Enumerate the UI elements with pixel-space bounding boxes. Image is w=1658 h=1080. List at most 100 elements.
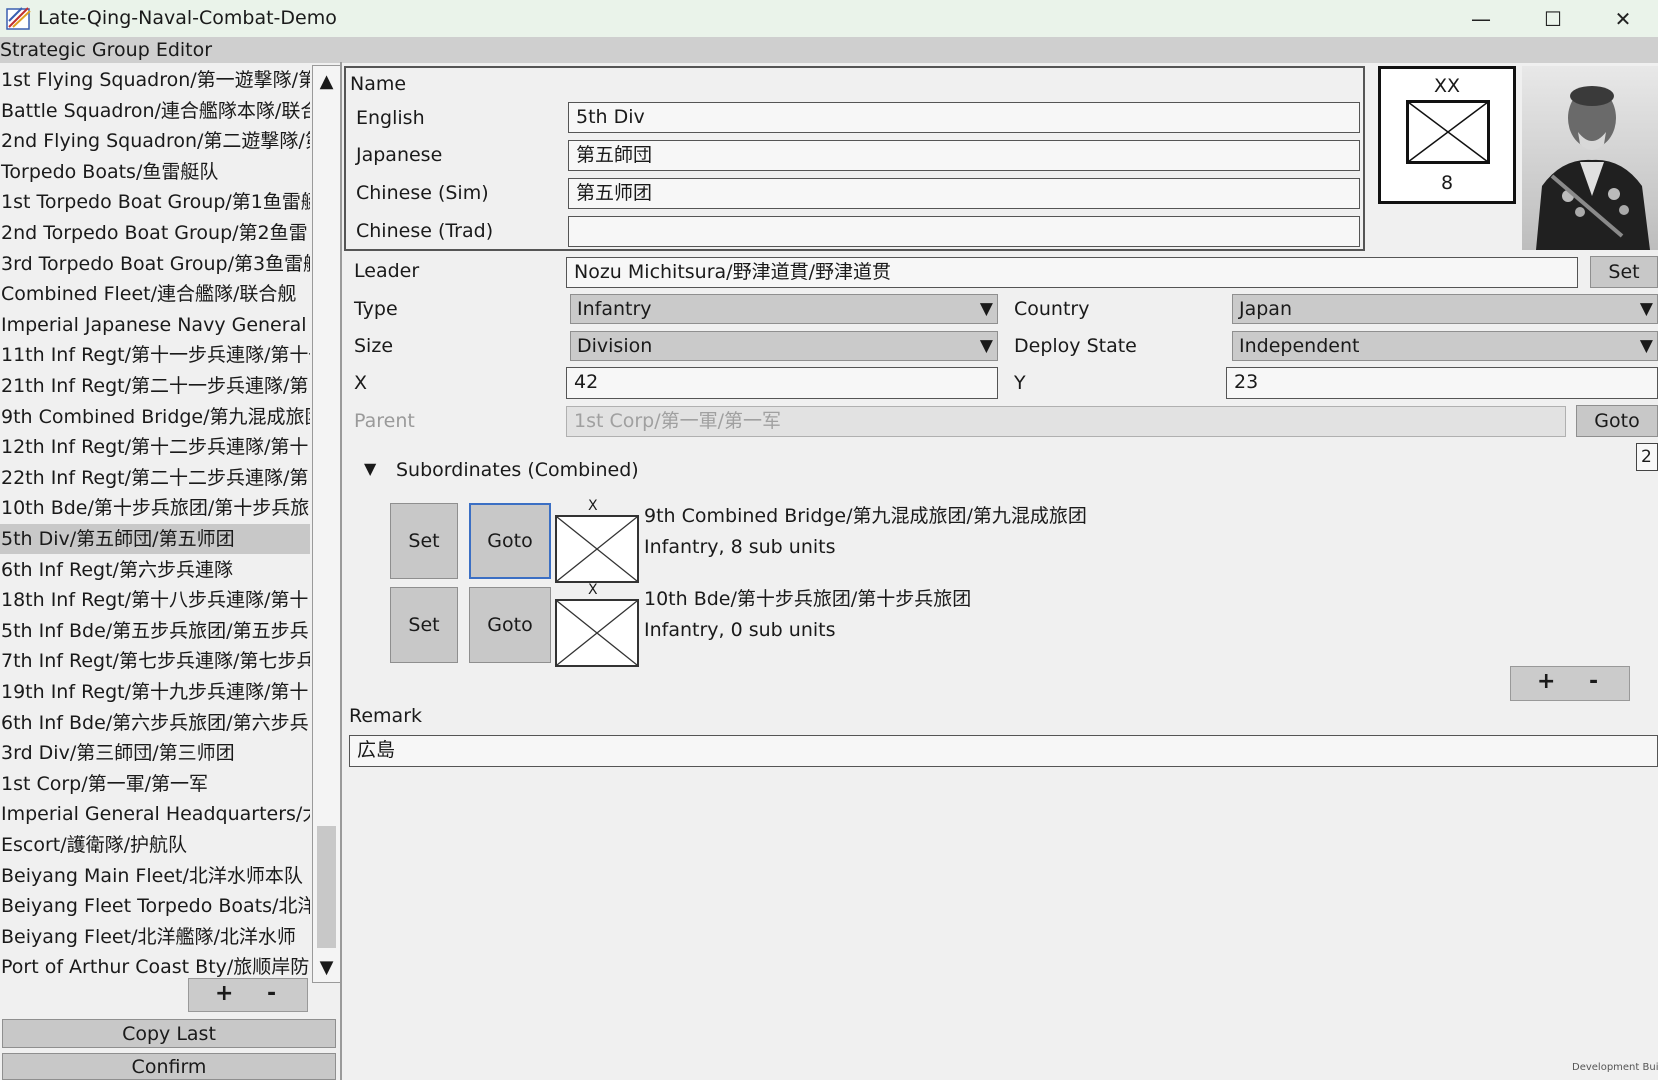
size-label: Size (354, 335, 394, 357)
subordinate-size-mark: X (588, 582, 598, 598)
group-list-item[interactable]: 6th Inf Regt/第六步兵連隊 (0, 555, 310, 585)
infantry-symbol-icon (555, 599, 639, 667)
group-list-item[interactable]: 2nd Flying Squadron/第二遊撃隊/第 (0, 126, 310, 156)
group-list-item[interactable]: Imperial General Headquarters/大 (0, 799, 310, 829)
deploy-state-value: Independent (1239, 335, 1360, 357)
chinese-sim-label: Chinese (Sim) (356, 182, 489, 204)
english-name-field[interactable]: 5th Div (568, 102, 1360, 133)
leader-portrait (1522, 66, 1658, 250)
group-list-item[interactable]: 3rd Div/第三師団/第三师团 (0, 738, 310, 768)
parent-field: 1st Corp/第一軍/第一军 (566, 406, 1566, 437)
subordinate-name: 10th Bde/第十步兵旅团/第十步兵旅团 (644, 588, 972, 610)
group-list-item[interactable]: 10th Bde/第十步兵旅团/第十步兵旅 (0, 493, 310, 523)
group-list-item[interactable]: 7th Inf Regt/第七步兵連隊/第七步兵 (0, 646, 310, 676)
group-list-item[interactable]: 19th Inf Regt/第十九步兵連隊/第十 (0, 677, 310, 707)
remark-label: Remark (349, 705, 423, 727)
subordinate-detail: Infantry, 8 sub units (644, 536, 836, 558)
group-list-item[interactable]: 1st Corp/第一軍/第一军 (0, 769, 310, 799)
group-list-item[interactable]: Combined Fleet/連合艦隊/联合舰 (0, 279, 310, 309)
group-list-item[interactable]: Escort/護衛隊/护航队 (0, 830, 310, 860)
country-dropdown[interactable]: Japan ▼ (1232, 294, 1658, 324)
deploy-state-label: Deploy State (1014, 335, 1137, 357)
group-list-item[interactable]: 3rd Torpedo Boat Group/第3鱼雷艇 (0, 249, 310, 279)
group-list-item[interactable]: 18th Inf Regt/第十八步兵連隊/第十 (0, 585, 310, 615)
size-value: Division (577, 335, 653, 357)
name-heading: Name (350, 73, 407, 95)
panel-title: Strategic Group Editor (0, 39, 213, 61)
subordinate-name: 9th Combined Bridge/第九混成旅团/第九混成旅团 (644, 505, 1087, 527)
chinese-trad-label: Chinese (Trad) (356, 220, 494, 242)
group-list-item[interactable]: 2nd Torpedo Boat Group/第2鱼雷 (0, 218, 310, 248)
group-list-item[interactable]: 11th Inf Regt/第十一步兵連隊/第十一 (0, 340, 310, 370)
x-label: X (354, 372, 368, 394)
leader-set-button[interactable]: Set (1590, 256, 1658, 288)
y-label: Y (1014, 372, 1026, 394)
leader-field[interactable]: Nozu Michitsura/野津道貫/野津道贯 (566, 257, 1578, 288)
chinese-sim-name-field[interactable]: 第五师团 (568, 178, 1360, 209)
group-list-item[interactable]: Battle Squadron/連合艦隊本隊/联合 (0, 96, 310, 126)
parent-label: Parent (354, 410, 415, 432)
scroll-thumb[interactable] (317, 826, 336, 948)
subordinate-goto-button[interactable]: Goto (469, 503, 551, 579)
subordinate-set-button[interactable]: Set (390, 503, 458, 579)
collapse-arrow-icon[interactable]: ▼ (364, 459, 376, 478)
list-remove-button[interactable]: - (267, 981, 276, 1006)
subordinate-set-button[interactable]: Set (390, 587, 458, 663)
dropdown-arrow-icon: ▼ (979, 336, 993, 356)
size-dropdown[interactable]: Division ▼ (570, 331, 998, 361)
panel-divider (340, 62, 342, 1080)
x-field[interactable]: 42 (566, 367, 998, 399)
group-list-item[interactable]: 5th Div/第五師団/第五师团 (0, 524, 310, 554)
copy-last-button[interactable]: Copy Last (2, 1019, 336, 1048)
list-add-button[interactable]: + (215, 981, 233, 1006)
infantry-symbol-icon (555, 515, 639, 583)
unit-strength: 8 (1440, 172, 1454, 194)
dropdown-arrow-icon: ▼ (1639, 336, 1653, 356)
group-list-item[interactable]: 12th Inf Regt/第十二步兵連隊/第十 (0, 432, 310, 462)
group-list-item[interactable]: 1st Torpedo Boat Group/第1鱼雷艇 (0, 187, 310, 217)
group-list-item[interactable]: 5th Inf Bde/第五步兵旅团/第五步兵 (0, 616, 310, 646)
list-add-remove-group: + - (188, 978, 308, 1012)
window-title: Late-Qing-Naval-Combat-Demo (38, 7, 337, 29)
remark-field[interactable]: 広島 (349, 735, 1658, 767)
subordinate-size-mark: X (588, 498, 598, 514)
confirm-button[interactable]: Confirm (2, 1053, 336, 1080)
unit-size-mark: XX (1433, 75, 1461, 97)
country-label: Country (1014, 298, 1090, 320)
group-list-item[interactable]: Torpedo Boats/鱼雷艇队 (0, 157, 310, 187)
subordinates-heading: Subordinates (Combined) (396, 459, 639, 481)
group-list-item[interactable]: 22th Inf Regt/第二十二步兵連隊/第 (0, 463, 310, 493)
japanese-name-field[interactable]: 第五師団 (568, 140, 1360, 171)
subordinate-add-remove-group: + - (1510, 666, 1630, 701)
minimize-button[interactable]: — (1446, 0, 1516, 37)
infantry-symbol-icon (1406, 100, 1490, 164)
group-list-item[interactable]: Beiyang Fleet/北洋艦隊/北洋水师 (0, 922, 310, 952)
scroll-down-arrow-icon[interactable]: ▼ (313, 952, 340, 982)
list-scrollbar[interactable]: ▲ ▼ (312, 65, 341, 983)
subordinate-remove-button[interactable]: - (1589, 669, 1598, 694)
subordinate-detail: Infantry, 0 sub units (644, 619, 836, 641)
subordinate-goto-button[interactable]: Goto (469, 587, 551, 663)
country-value: Japan (1239, 298, 1292, 320)
unit-symbol: XX 8 (1378, 66, 1516, 204)
deploy-state-dropdown[interactable]: Independent ▼ (1232, 331, 1658, 361)
maximize-button[interactable]: ☐ (1518, 0, 1588, 37)
close-button[interactable]: ✕ (1588, 0, 1658, 37)
scroll-up-arrow-icon[interactable]: ▲ (313, 66, 340, 96)
group-list-item[interactable]: 9th Combined Bridge/第九混成旅团 (0, 402, 310, 432)
chinese-trad-name-field[interactable] (568, 216, 1360, 247)
watermark: Development Build (1572, 1062, 1658, 1073)
leader-label: Leader (354, 260, 420, 282)
group-list-item[interactable]: Beiyang Fleet Torpedo Boats/北洋 (0, 891, 310, 921)
subordinate-add-button[interactable]: + (1537, 669, 1555, 694)
group-list-item[interactable]: 21th Inf Regt/第二十一步兵連隊/第 (0, 371, 310, 401)
group-list-item[interactable]: Beiyang Main Fleet/北洋水师本队 (0, 861, 310, 891)
type-dropdown[interactable]: Infantry ▼ (570, 294, 998, 324)
group-list-item[interactable]: Imperial Japanese Navy General S (0, 310, 310, 340)
y-field[interactable]: 23 (1226, 367, 1658, 399)
group-list-item[interactable]: 1st Flying Squadron/第一遊撃隊/第 (0, 65, 310, 95)
group-list-item[interactable]: 6th Inf Bde/第六步兵旅团/第六步兵 (0, 708, 310, 738)
type-label: Type (354, 298, 398, 320)
panel-header (0, 37, 1658, 63)
parent-goto-button[interactable]: Goto (1576, 405, 1658, 437)
